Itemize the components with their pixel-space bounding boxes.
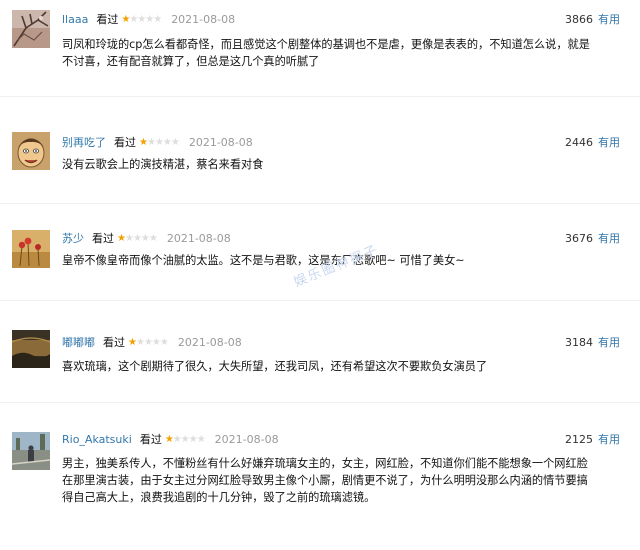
watched-label: 看过 [103, 336, 125, 349]
star-icon-empty: ★ [153, 13, 162, 25]
review-text: 男主，独美系传人，不懂粉丝有什么好嫌弃琉璃女主的，女主，网红脸，不知道你们能不能… [62, 455, 622, 506]
useful-button[interactable]: 有用 [598, 334, 620, 350]
vote-count: 2446 [565, 135, 593, 149]
review-line: 司凤和玲珑的cp怎么看都奇怪，而且感觉这个剧整体的基调也不是虐，更像是表表的，不… [62, 38, 590, 51]
avatar[interactable] [12, 132, 50, 170]
divider [0, 402, 640, 403]
star-icon-filled: ★ [164, 433, 174, 445]
useful-button[interactable]: 有用 [598, 11, 620, 27]
star-icon-empty: ★ [180, 433, 190, 445]
divider [0, 300, 640, 301]
star-rating: ★★★★★ [139, 136, 180, 148]
star-rating: ★★★★★ [164, 433, 206, 445]
avatar-image [12, 330, 50, 368]
avatar[interactable] [12, 230, 50, 268]
star-icon-empty: ★ [135, 336, 145, 348]
divider [0, 96, 640, 97]
watched-label: 看过 [96, 13, 119, 26]
review-date: 2021-08-08 [177, 335, 242, 349]
avatar-image [12, 432, 50, 470]
username-link[interactable]: 别再吃了 [62, 134, 106, 150]
review-date: 2021-08-08 [214, 432, 279, 446]
review-line: 男主，独美系传人，不懂粉丝有什么好嫌弃琉璃女主的，女主，网红脸，不知道你们能不能… [62, 457, 588, 470]
vote-count: 3184 [565, 335, 593, 349]
useful-button[interactable]: 有用 [598, 431, 620, 447]
username-link[interactable]: llaaa [62, 13, 88, 26]
vote-count: 3676 [565, 231, 593, 245]
star-rating: ★★★★★ [121, 13, 162, 25]
review-date: 2021-08-08 [188, 135, 253, 149]
star-icon-empty: ★ [159, 336, 169, 348]
divider [0, 203, 640, 204]
review-line: 不讨喜，还有配音就算了，但总是这几个真的听腻了 [62, 55, 320, 68]
star-icon-empty: ★ [132, 232, 142, 244]
star-icon-filled: ★ [139, 136, 148, 148]
username-link[interactable]: 苏少 [62, 230, 84, 246]
star-icon-empty: ★ [172, 433, 182, 445]
star-icon-filled: ★ [128, 336, 137, 348]
review-date: 2021-08-08 [171, 12, 236, 26]
review-line: 在那里演古装，由于女主过分网红脸导致男主像个小厮，剧情更不说了，为什么明明没那么… [62, 474, 588, 487]
star-icon-empty: ★ [196, 433, 206, 445]
star-icon-empty: ★ [143, 336, 153, 348]
watched-label: 看过 [92, 232, 114, 245]
avatar[interactable] [12, 330, 50, 368]
star-icon-empty: ★ [188, 433, 198, 445]
avatar-image [12, 132, 50, 170]
review-text: 司凤和玲珑的cp怎么看都奇怪，而且感觉这个剧整体的基调也不是虐，更像是表表的，不… [62, 36, 622, 70]
username-link[interactable]: Rio_Akatsuki [62, 433, 132, 446]
watched-label: 看过 [139, 433, 162, 446]
star-icon-empty: ★ [162, 136, 172, 148]
review-text: 没有云歌会上的演技精湛，蔡名来看对食 [62, 156, 622, 173]
review-line: 喜欢琉璃，这个剧期待了很久，大失所望，还我司凤，还有希望这次不要欺负女演员了 [62, 360, 488, 373]
star-icon-empty: ★ [151, 336, 161, 348]
avatar-image [12, 10, 50, 48]
star-icon-empty: ★ [146, 136, 156, 148]
useful-button[interactable]: 有用 [598, 230, 620, 246]
vote-count: 2125 [565, 432, 593, 446]
review-text: 喜欢琉璃，这个剧期待了很久，大失所望，还我司凤，还有希望这次不要欺负女演员了 [62, 358, 622, 375]
star-icon-empty: ★ [170, 136, 180, 148]
star-icon-empty: ★ [154, 136, 164, 148]
vote-count: 3866 [565, 12, 593, 26]
watched-label: 看过 [114, 136, 136, 149]
avatar[interactable] [12, 432, 50, 470]
review-line: 没有云歌会上的演技精湛，蔡名来看对食 [62, 158, 264, 171]
useful-button[interactable]: 有用 [598, 134, 620, 150]
star-rating: ★★★★★ [117, 232, 158, 244]
star-rating: ★★★★★ [128, 336, 169, 348]
avatar[interactable] [12, 10, 50, 48]
avatar-image [12, 230, 50, 268]
star-icon-empty: ★ [148, 232, 158, 244]
star-icon-empty: ★ [140, 232, 150, 244]
username-link[interactable]: 嘟嘟嘟 [62, 334, 95, 350]
star-icon-empty: ★ [124, 232, 134, 244]
star-icon-filled: ★ [117, 232, 126, 244]
review-date: 2021-08-08 [166, 231, 231, 245]
review-line: 得自己高大上，浪费我追剧的十几分钟，毁了之前的琉璃滤镜。 [62, 491, 376, 504]
